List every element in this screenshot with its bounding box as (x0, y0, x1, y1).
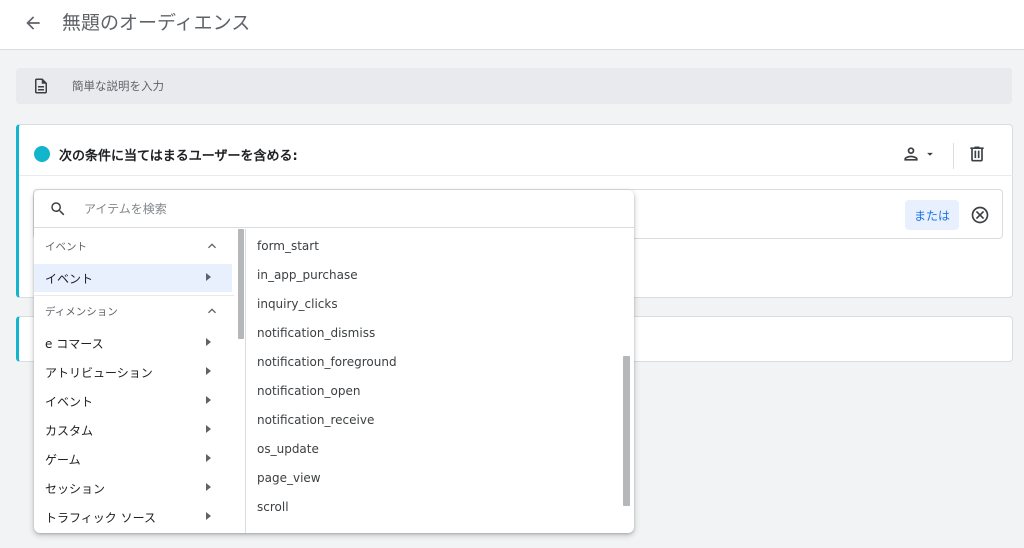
caret-right-icon (206, 425, 211, 433)
section-header-events[interactable]: イベント (34, 232, 234, 260)
caret-down-icon (927, 152, 933, 156)
or-button[interactable]: または (905, 200, 959, 230)
card-divider (19, 175, 1013, 176)
top-bar: 無題のオーディエンス (0, 0, 1024, 50)
caret-right-icon (206, 454, 211, 462)
event-label: page_view (257, 471, 321, 485)
category-label: セッション (45, 482, 106, 496)
event-item[interactable]: page_view (246, 465, 622, 494)
section-header-label: ディメンション (45, 306, 118, 318)
event-label: notification_foreground (257, 355, 397, 369)
event-item[interactable]: notification_dismiss (246, 320, 622, 349)
event-item[interactable]: notification_open (246, 378, 622, 407)
delete-group-button[interactable] (967, 144, 987, 168)
condition-title: 次の条件に当てはまるユーザーを含める: (59, 149, 298, 164)
chevron-up-icon (208, 308, 216, 314)
description-field[interactable]: 簡単な説明を入力 (16, 68, 1012, 104)
user-scope-dropdown[interactable] (901, 144, 937, 164)
event-item[interactable]: form_start (246, 233, 622, 262)
search-row (34, 190, 634, 228)
caret-right-icon (206, 396, 211, 404)
caret-right-icon (206, 367, 211, 375)
trash-icon (970, 146, 984, 162)
event-item[interactable]: notification_foreground (246, 349, 622, 378)
divider (953, 143, 954, 169)
chevron-up-icon (208, 243, 216, 249)
category-label: トラフィック ソース (45, 511, 156, 525)
page-title[interactable]: 無題のオーディエンス (62, 10, 250, 36)
event-label: in_app_purchase (257, 268, 358, 282)
category-scrollbar[interactable] (236, 229, 244, 533)
back-button[interactable] (20, 10, 46, 36)
event-item[interactable]: in_app_purchase (246, 262, 622, 291)
document-icon (35, 78, 47, 94)
event-scrollbar[interactable] (622, 229, 632, 533)
event-label: inquiry_clicks (257, 297, 338, 311)
category-item-event-selected[interactable]: イベント (34, 264, 232, 292)
category-item-attribution[interactable]: アトリビューション (34, 358, 232, 386)
category-label: イベント (45, 395, 94, 409)
category-item-custom[interactable]: カスタム (34, 416, 232, 444)
category-label: カスタム (45, 424, 94, 438)
close-circle-icon[interactable] (970, 205, 990, 225)
section-divider (34, 295, 234, 296)
condition-dot-icon (34, 146, 50, 162)
event-label: notification_open (257, 384, 361, 398)
event-label: scroll (257, 500, 289, 514)
arrow-back-icon (26, 16, 40, 30)
event-label: notification_dismiss (257, 326, 376, 340)
event-item[interactable]: scroll (246, 494, 622, 523)
category-item-traffic-source[interactable]: トラフィック ソース (34, 503, 232, 531)
event-list[interactable]: form_start in_app_purchase inquiry_click… (246, 229, 634, 533)
scrollbar-thumb[interactable] (238, 229, 244, 339)
category-list[interactable]: イベント イベント ディメンション e コマース アトリビューション イベント … (34, 229, 246, 533)
event-item[interactable]: inquiry_clicks (246, 291, 622, 320)
category-label: イベント (45, 272, 94, 286)
category-label: ゲーム (45, 453, 81, 467)
dimension-picker-dropdown: イベント イベント ディメンション e コマース アトリビューション イベント … (34, 190, 634, 533)
event-label: os_update (257, 442, 319, 456)
scrollbar-thumb[interactable] (623, 356, 630, 506)
search-input[interactable] (84, 198, 604, 220)
category-item-event[interactable]: イベント (34, 387, 232, 415)
category-item-session[interactable]: セッション (34, 474, 232, 502)
person-icon (904, 147, 918, 161)
caret-right-icon (206, 338, 211, 346)
caret-right-icon (206, 483, 211, 491)
category-item-ecommerce[interactable]: e コマース (34, 329, 232, 357)
caret-right-icon (206, 273, 211, 281)
event-label: form_start (257, 239, 319, 253)
search-icon (51, 202, 65, 216)
category-label: アトリビューション (45, 366, 153, 380)
event-item[interactable]: os_update (246, 436, 622, 465)
event-label: notification_receive (257, 413, 375, 427)
category-item-game[interactable]: ゲーム (34, 445, 232, 473)
section-header-label: イベント (45, 241, 87, 253)
description-placeholder[interactable]: 簡単な説明を入力 (72, 78, 164, 94)
caret-right-icon (206, 512, 211, 520)
event-item[interactable]: notification_receive (246, 407, 622, 436)
category-label: e コマース (45, 337, 104, 351)
section-header-dimensions[interactable]: ディメンション (34, 297, 234, 325)
